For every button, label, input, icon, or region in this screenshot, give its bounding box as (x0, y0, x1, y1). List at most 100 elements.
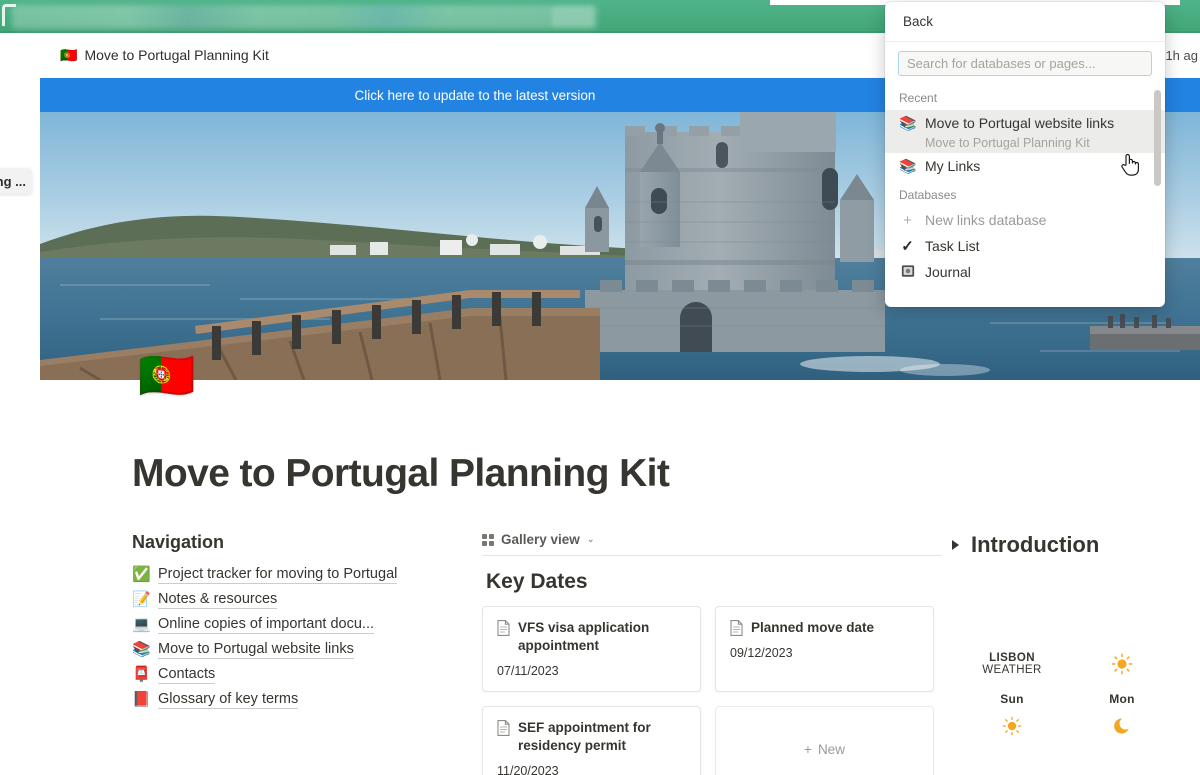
books-icon: 📚 (899, 158, 917, 174)
weather-day-label: Mon (1109, 692, 1135, 706)
gallery-card[interactable]: VFS visa application appointment 07/11/2… (482, 606, 701, 692)
gallery-column: Gallery view ⌄ Key Dates VFS visa applic… (482, 532, 952, 775)
search-input[interactable] (898, 51, 1152, 76)
card-date: 11/20/2023 (497, 764, 559, 775)
sidebar-item-website-links[interactable]: 📚 Move to Portugal website links (132, 637, 482, 662)
postbox-icon: 📮 (132, 666, 151, 683)
recent-item-website-links[interactable]: 📚 Move to Portugal website links (885, 110, 1165, 136)
back-button[interactable]: Back (885, 2, 1165, 42)
card-title-row: SEF appointment for residency permit (497, 719, 686, 755)
portugal-flag-icon: 🇵🇹 (60, 47, 78, 63)
gallery-card[interactable]: SEF appointment for residency permit 11/… (482, 706, 701, 775)
breadcrumb[interactable]: 🇵🇹 Move to Portugal Planning Kit (60, 47, 269, 63)
weather-day-icon-slot (1072, 716, 1172, 736)
card-date: 09/12/2023 (730, 646, 793, 661)
books-icon: 📚 (899, 115, 917, 131)
weather-day-icon-slot (952, 716, 1072, 736)
sidebar-item-contacts[interactable]: 📮 Contacts (132, 662, 482, 687)
sidebar-item-online-copies[interactable]: 💻 Online copies of important docu... (132, 612, 482, 637)
left-edge-partial-tooltip: ng ... (0, 168, 32, 194)
recent-item-parent: Move to Portugal Planning Kit (885, 136, 1165, 153)
nav-label: Notes & resources (158, 590, 278, 609)
recent-item-my-links[interactable]: 📚 My Links (885, 153, 1165, 179)
card-title-row: VFS visa application appointment (497, 619, 686, 655)
database-item-journal[interactable]: Journal (885, 259, 1165, 285)
weather-day-icons (952, 716, 1182, 736)
nav-label: Move to Portugal website links (158, 640, 354, 659)
link-search-popup: Back Recent 📚 Move to Portugal website l… (885, 2, 1165, 307)
sidebar-item-glossary[interactable]: 📕 Glossary of key terms (132, 687, 482, 712)
chevron-down-icon: ⌄ (586, 534, 595, 544)
app-root: ng ... 🇵🇹 Move to Portugal Planning Kit … (0, 0, 1200, 775)
introduction-toggle[interactable]: Introduction (952, 532, 1200, 558)
right-column: Introduction LISBON WEATHER Sun Mon (952, 532, 1200, 775)
browser-tab-secondary[interactable] (552, 6, 594, 27)
nav-label: Contacts (158, 665, 216, 684)
browser-tab-corner (2, 4, 16, 26)
database-item-label: Journal (925, 264, 971, 280)
gallery-divider (482, 555, 942, 556)
databases-section-label: Databases (899, 188, 957, 202)
recent-section-label: Recent (899, 91, 938, 105)
sun-icon (1002, 716, 1022, 736)
sun-icon (1111, 653, 1133, 675)
update-banner-label: Click here to update to the latest versi… (354, 87, 596, 103)
page-document-icon (730, 620, 743, 636)
weather-location: LISBON WEATHER (952, 652, 1072, 676)
popup-scrollbar-thumb[interactable] (1154, 90, 1161, 186)
card-title: VFS visa application appointment (518, 620, 650, 654)
books-icon: 📚 (132, 641, 151, 658)
nav-label: Project tracker for moving to Portugal (158, 565, 398, 584)
database-item-new-links-database[interactable]: + New links database (885, 207, 1165, 233)
plus-icon: + (804, 741, 812, 757)
weather-sub-label: WEATHER (982, 664, 1042, 676)
sidebar-item-notes-resources[interactable]: 📝 Notes & resources (132, 587, 482, 612)
gallery-card[interactable]: Planned move date 09/12/2023 (715, 606, 934, 692)
grid-icon (482, 533, 494, 546)
card-title-row: Planned move date (730, 619, 919, 637)
plus-icon: + (903, 211, 912, 229)
weather-city-name: LISBON (989, 652, 1035, 664)
triangle-right-icon[interactable] (952, 540, 959, 550)
database-item-task-list[interactable]: ✓ Task List (885, 233, 1165, 259)
navigation-column: Navigation ✅ Project tracker for moving … (132, 532, 482, 775)
closed-book-icon: 📕 (132, 691, 151, 708)
new-card-label: New (817, 741, 845, 757)
last-edited-label: 1h ag (1165, 33, 1200, 78)
introduction-label: Introduction (971, 532, 1100, 557)
nav-label: Online copies of important docu... (158, 615, 375, 634)
laptop-icon: 💻 (132, 616, 151, 633)
weather-current-condition (1072, 653, 1172, 675)
check-mark-green-icon: ✅ (132, 566, 151, 583)
journal-glyph-icon (901, 265, 914, 277)
weather-widget[interactable]: LISBON WEATHER Sun Mon (952, 652, 1182, 736)
recent-item-label: Move to Portugal website links (925, 115, 1115, 131)
last-edited-text: 1h ag (1165, 48, 1198, 63)
weather-day-labels: Sun Mon (952, 692, 1182, 706)
journal-icon (899, 264, 916, 280)
browser-tab-strip-blurred[interactable] (12, 5, 597, 29)
page-document-icon (497, 620, 510, 636)
gallery-title[interactable]: Key Dates (486, 570, 952, 594)
weather-header-row: LISBON WEATHER (952, 652, 1182, 676)
page-body: Move to Portugal Planning Kit Navigation… (40, 380, 1200, 775)
page-columns: Navigation ✅ Project tracker for moving … (132, 532, 1200, 775)
back-label: Back (903, 14, 934, 29)
sidebar-item-project-tracker[interactable]: ✅ Project tracker for moving to Portugal (132, 562, 482, 587)
gallery-cards: VFS visa application appointment 07/11/2… (482, 606, 942, 775)
left-edge-partial-text: ng ... (0, 173, 26, 189)
check-icon: ✓ (901, 238, 914, 255)
page-title[interactable]: Move to Portugal Planning Kit (132, 452, 670, 496)
gallery-view-selector[interactable]: Gallery view ⌄ (482, 532, 952, 555)
recent-item-label: My Links (925, 158, 981, 174)
page-document-icon (497, 720, 510, 736)
breadcrumb-label: Move to Portugal Planning Kit (84, 47, 269, 63)
new-card-button[interactable]: + New (715, 706, 934, 775)
page-emoji-portugal-flag[interactable]: 🇵🇹 (138, 352, 195, 398)
database-item-label: Task List (925, 238, 980, 254)
card-title: Planned move date (751, 620, 875, 635)
card-date: 07/11/2023 (497, 664, 559, 679)
card-title: SEF appointment for residency permit (518, 720, 651, 754)
nav-label: Glossary of key terms (158, 690, 299, 709)
database-item-label: New links database (925, 212, 1047, 228)
